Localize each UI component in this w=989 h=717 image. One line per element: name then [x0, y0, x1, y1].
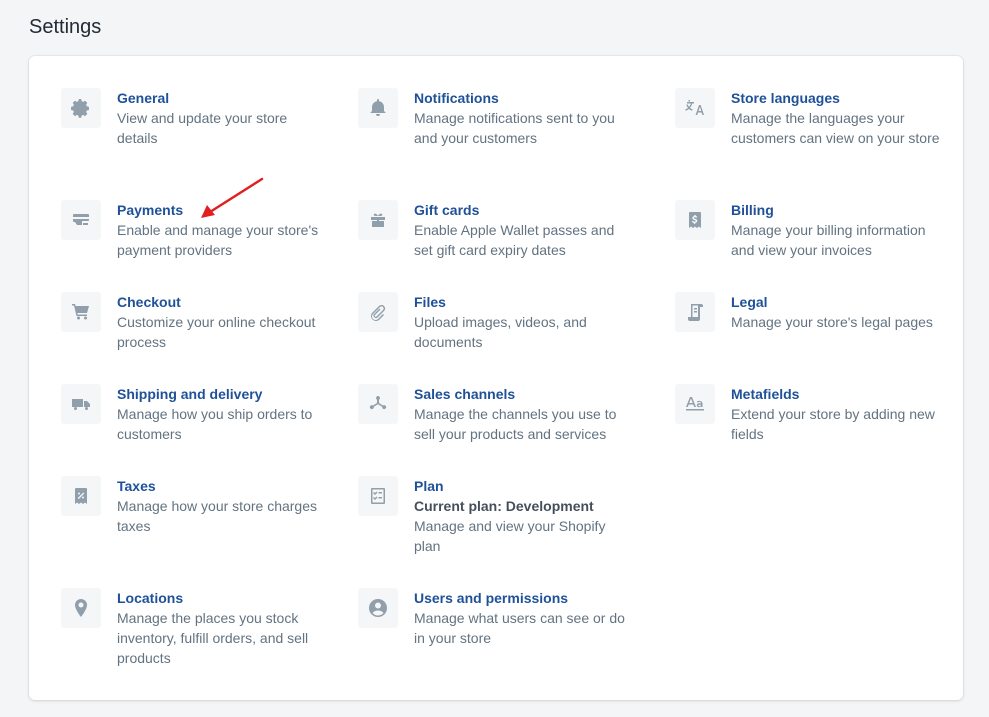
settings-item-gift-cards[interactable]: Gift cards Enable Apple Wallet passes an…	[358, 200, 628, 260]
settings-item-title[interactable]: Shipping and delivery	[117, 384, 321, 404]
settings-item-sales-channels[interactable]: Sales channels Manage the channels you u…	[358, 384, 628, 444]
settings-item-store-languages[interactable]: Store languages Manage the languages you…	[675, 88, 945, 148]
settings-item-description: View and update your store details	[117, 110, 288, 146]
cart-icon	[61, 292, 101, 332]
settings-item-title[interactable]: Plan	[414, 476, 628, 496]
channels-icon	[358, 384, 398, 424]
metafields-icon	[675, 384, 715, 424]
settings-card: General View and update your store detai…	[29, 56, 963, 700]
settings-item-checkout[interactable]: Checkout Customize your online checkout …	[61, 292, 321, 352]
settings-item-title[interactable]: Payments	[117, 200, 321, 220]
settings-item-title[interactable]: Checkout	[117, 292, 321, 312]
settings-item-title[interactable]: Legal	[731, 292, 933, 312]
paperclip-icon	[358, 292, 398, 332]
settings-item-description: Upload images, videos, and documents	[414, 314, 587, 350]
user-circle-icon	[358, 588, 398, 628]
settings-item-metafields[interactable]: Metafields Extend your store by adding n…	[675, 384, 945, 444]
settings-item-description: Manage how you ship orders to customers	[117, 406, 313, 442]
settings-item-title[interactable]: Gift cards	[414, 200, 628, 220]
settings-item-title[interactable]: General	[117, 88, 321, 108]
truck-icon	[61, 384, 101, 424]
legal-document-icon	[675, 292, 715, 332]
settings-item-description: Manage what users can see or do in your …	[414, 610, 625, 646]
settings-item-description: Manage notifications sent to you and you…	[414, 110, 615, 146]
settings-item-taxes[interactable]: Taxes Manage how your store charges taxe…	[61, 476, 321, 536]
settings-item-shipping[interactable]: Shipping and delivery Manage how you shi…	[61, 384, 321, 444]
settings-item-files[interactable]: Files Upload images, videos, and documen…	[358, 292, 628, 352]
settings-item-locations[interactable]: Locations Manage the places you stock in…	[61, 588, 321, 668]
settings-item-plan[interactable]: Plan Current plan: Development Manage an…	[358, 476, 628, 556]
settings-item-title[interactable]: Users and permissions	[414, 588, 628, 608]
settings-item-description: Manage how your store charges taxes	[117, 498, 317, 534]
settings-item-legal[interactable]: Legal Manage your store's legal pages	[675, 292, 945, 332]
page-title: Settings	[29, 16, 102, 38]
settings-item-title[interactable]: Metafields	[731, 384, 945, 404]
gear-icon	[61, 88, 101, 128]
settings-item-description: Manage and view your Shopify plan	[414, 518, 606, 554]
current-plan-label: Current plan: Development	[414, 498, 594, 514]
settings-item-description: Enable and manage your store's payment p…	[117, 222, 319, 258]
gift-icon	[358, 200, 398, 240]
settings-item-description: Manage your billing information and view…	[731, 222, 926, 258]
tax-receipt-icon	[61, 476, 101, 516]
settings-item-title[interactable]: Billing	[731, 200, 945, 220]
settings-item-title[interactable]: Files	[414, 292, 628, 312]
location-pin-icon	[61, 588, 101, 628]
invoice-dollar-icon	[675, 200, 715, 240]
translate-icon	[675, 88, 715, 128]
settings-item-title[interactable]: Locations	[117, 588, 321, 608]
settings-item-description: Customize your online checkout process	[117, 314, 316, 350]
settings-item-payments[interactable]: Payments Enable and manage your store's …	[61, 200, 321, 260]
settings-item-title[interactable]: Taxes	[117, 476, 321, 496]
settings-item-title[interactable]: Store languages	[731, 88, 945, 108]
settings-item-general[interactable]: General View and update your store detai…	[61, 88, 321, 148]
settings-item-description: Manage the channels you use to sell your…	[414, 406, 617, 442]
credit-card-icon	[61, 200, 101, 240]
settings-item-description: Enable Apple Wallet passes and set gift …	[414, 222, 615, 258]
settings-item-users[interactable]: Users and permissions Manage what users …	[358, 588, 628, 648]
settings-item-title[interactable]: Sales channels	[414, 384, 628, 404]
settings-item-billing[interactable]: Billing Manage your billing information …	[675, 200, 945, 260]
plan-checklist-icon	[358, 476, 398, 516]
settings-item-notifications[interactable]: Notifications Manage notifications sent …	[358, 88, 628, 148]
settings-item-description: Extend your store by adding new fields	[731, 406, 935, 442]
bell-icon	[358, 88, 398, 128]
settings-item-description: Manage the languages your customers can …	[731, 110, 940, 146]
settings-item-description: Manage the places you stock inventory, f…	[117, 610, 309, 666]
settings-item-title[interactable]: Notifications	[414, 88, 628, 108]
settings-item-description: Manage your store's legal pages	[731, 314, 933, 330]
